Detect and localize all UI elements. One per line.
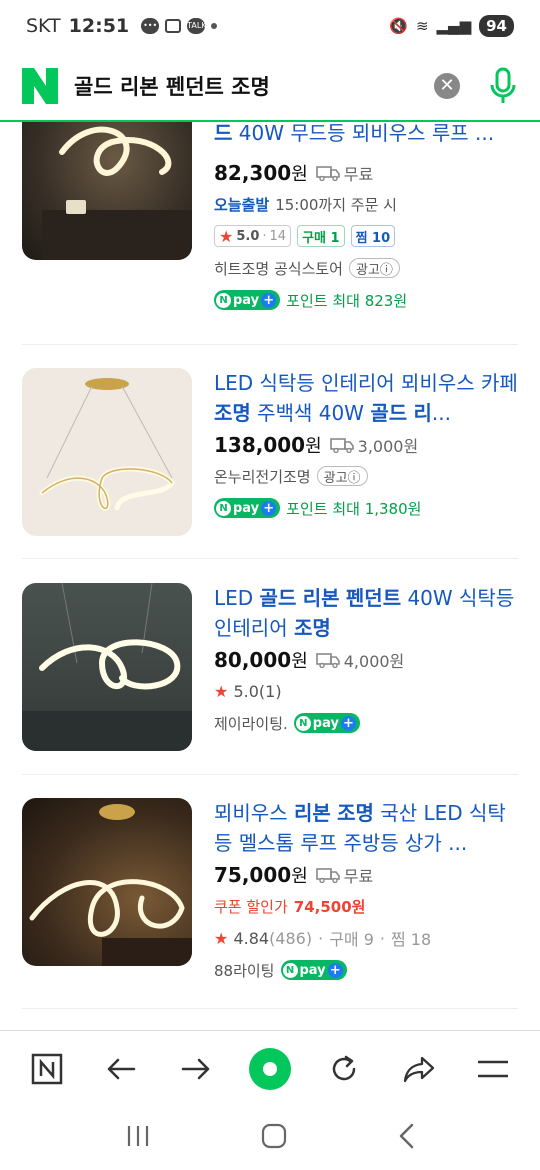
star-icon: ★ bbox=[214, 681, 229, 701]
price: 80,000 bbox=[214, 648, 292, 672]
purchase-count-badge: 구매 1 bbox=[297, 225, 345, 247]
ad-badge[interactable]: 광고ⓘ bbox=[316, 466, 368, 486]
rating: ★ 5.0(1) bbox=[214, 681, 282, 701]
star-icon: ★ bbox=[214, 928, 229, 948]
signal-icon: ▂▄▆ bbox=[436, 17, 472, 35]
product-title[interactable]: LED 골드 리본 펜던트 40W 식탁등 인테리어 조명 bbox=[214, 583, 520, 643]
refresh-icon[interactable] bbox=[322, 1047, 366, 1091]
product-title[interactable]: LED 식탁등 인테리어 뫼비우스 카페 조명 주백색 40W 골드 리... bbox=[214, 368, 520, 428]
menu-icon[interactable] bbox=[471, 1047, 515, 1091]
shipping-fee: 무료 bbox=[343, 867, 374, 886]
npay-badge: Npay + bbox=[293, 713, 360, 733]
divider bbox=[22, 558, 518, 559]
rating-badge: ★ 5.0 · 14 bbox=[214, 225, 292, 247]
search-results-list: 드 40W 무드등 뫼비우스 루프 ... 82,300 원 무료 오늘출발 1… bbox=[0, 122, 540, 1027]
naver-n-icon: N bbox=[216, 292, 231, 308]
search-bar: 골드 리본 펜던트 조명 ✕ bbox=[0, 52, 540, 122]
recent-apps-icon[interactable] bbox=[125, 1124, 151, 1152]
point-text: 포인트 최대 823원 bbox=[286, 291, 408, 310]
naver-n-icon: N bbox=[295, 715, 311, 731]
truck-icon bbox=[329, 438, 354, 453]
plus-icon: + bbox=[261, 292, 277, 308]
npay-badge: Npay + bbox=[214, 290, 281, 310]
more-notifications-dot bbox=[211, 23, 218, 29]
product-image[interactable] bbox=[22, 368, 192, 536]
search-input[interactable]: 골드 리본 펜던트 조명 bbox=[74, 71, 434, 101]
wishlist-count: 찜 18 bbox=[391, 930, 432, 949]
screenshot-icon bbox=[165, 19, 182, 33]
today-delivery-text: 15:00까지 주문 시 bbox=[275, 195, 397, 214]
share-icon[interactable] bbox=[397, 1047, 441, 1091]
store-name[interactable]: 제이라이팅. bbox=[214, 713, 288, 734]
plus-icon: + bbox=[340, 715, 356, 731]
plus-icon: + bbox=[261, 500, 277, 516]
npay-badge: Npay + bbox=[214, 498, 281, 518]
back-icon[interactable] bbox=[397, 1123, 415, 1153]
wishlist-count-badge: 찜 10 bbox=[350, 225, 396, 247]
naver-n-icon: N bbox=[282, 962, 298, 978]
status-bar: SKT 12:51 ••• TALK 🔇 ≋ ▂▄▆ 94 bbox=[0, 0, 540, 52]
system-navigation-bar bbox=[0, 1106, 540, 1170]
star-icon: ★ bbox=[219, 226, 234, 246]
chat-icon: ••• bbox=[141, 18, 160, 34]
product-image[interactable] bbox=[22, 122, 192, 260]
forward-arrow-icon[interactable] bbox=[174, 1047, 218, 1091]
today-delivery-label: 오늘출발 bbox=[214, 195, 270, 214]
plus-icon: + bbox=[327, 962, 343, 978]
notification-icons: ••• TALK bbox=[141, 18, 207, 34]
home-icon[interactable] bbox=[261, 1123, 287, 1153]
ad-badge[interactable]: 광고ⓘ bbox=[348, 258, 400, 278]
microphone-icon[interactable] bbox=[488, 67, 518, 105]
battery-indicator: 94 bbox=[479, 15, 514, 37]
green-dot-button[interactable] bbox=[248, 1047, 292, 1091]
price: 138,000 bbox=[214, 433, 306, 457]
shipping-fee: 무료 bbox=[343, 165, 374, 184]
store-name[interactable]: 88라이팅 bbox=[214, 960, 275, 981]
kakaotalk-icon: TALK bbox=[187, 18, 207, 34]
browser-toolbar bbox=[0, 1030, 540, 1106]
wifi-icon: ≋ bbox=[415, 17, 429, 35]
store-name[interactable]: 온누리전기조명 bbox=[214, 466, 311, 487]
store-name[interactable]: 히트조명 공식스토어 bbox=[214, 258, 343, 279]
price: 82,300 bbox=[214, 161, 292, 185]
npay-badge: Npay + bbox=[280, 960, 347, 980]
shipping-fee: 3,000원 bbox=[357, 437, 419, 456]
naver-n-icon: N bbox=[216, 500, 231, 516]
clock: 12:51 bbox=[68, 15, 130, 37]
purchase-count: 구매 9 bbox=[329, 930, 374, 949]
truck-icon bbox=[315, 868, 340, 883]
naver-logo[interactable] bbox=[22, 68, 58, 104]
divider bbox=[22, 344, 518, 345]
price: 75,000 bbox=[214, 863, 292, 887]
divider bbox=[22, 774, 518, 775]
point-text: 포인트 최대 1,380원 bbox=[286, 499, 422, 518]
truck-icon bbox=[315, 653, 340, 668]
shipping-fee: 4,000원 bbox=[343, 652, 405, 671]
clear-search-icon[interactable]: ✕ bbox=[434, 73, 460, 99]
product-image[interactable] bbox=[22, 798, 192, 966]
rating: ★ 4.84(486) bbox=[214, 928, 313, 948]
back-arrow-icon[interactable] bbox=[99, 1047, 143, 1091]
mute-icon: 🔇 bbox=[389, 17, 408, 35]
coupon-price: 쿠폰 할인가 74,500원 bbox=[214, 897, 366, 916]
naver-home-icon[interactable] bbox=[25, 1047, 69, 1091]
carrier-label: SKT bbox=[26, 15, 61, 37]
truck-icon bbox=[315, 166, 340, 181]
product-title[interactable]: 뫼비우스 리본 조명 국산 LED 식탁등 멜스톰 루프 주방등 상가 ... bbox=[214, 798, 520, 858]
product-image[interactable] bbox=[22, 583, 192, 751]
divider bbox=[22, 1008, 518, 1009]
product-title[interactable]: 드 40W 무드등 뫼비우스 루프 ... bbox=[214, 122, 520, 152]
